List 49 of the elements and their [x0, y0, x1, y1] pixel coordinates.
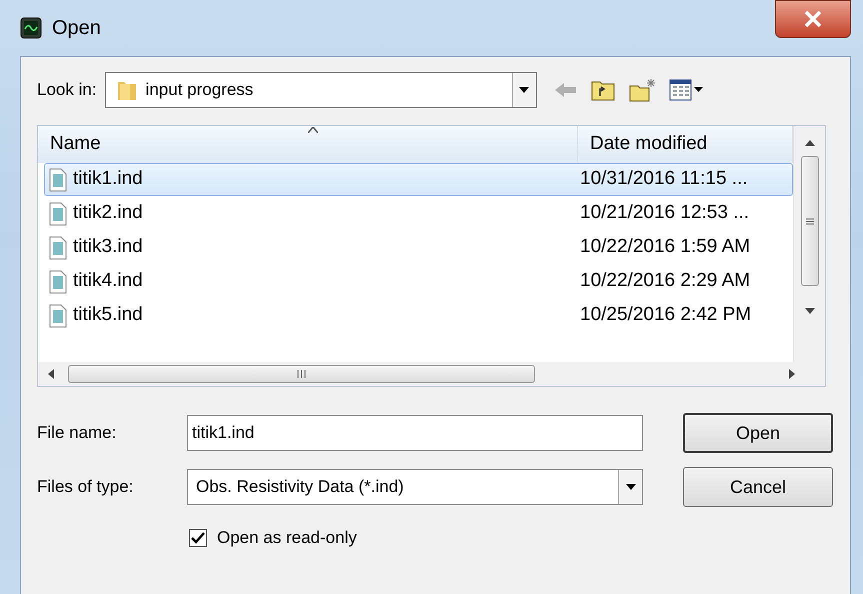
scroll-down-icon[interactable] — [804, 308, 814, 314]
close-button[interactable] — [775, 0, 851, 38]
caret-icon — [519, 87, 530, 93]
app-icon — [20, 17, 42, 39]
checkmark-icon — [191, 532, 205, 544]
file-icon — [49, 236, 67, 260]
caret-icon — [626, 484, 636, 490]
file-row[interactable]: titik4.ind 10/22/2016 2:29 AM — [44, 265, 793, 298]
scroll-right-icon[interactable] — [789, 369, 795, 379]
close-icon — [803, 10, 823, 28]
file-type-label: Files of type: — [37, 476, 134, 498]
cancel-button[interactable]: Cancel — [683, 467, 833, 507]
file-icon — [49, 168, 67, 192]
file-name-label: File name: — [37, 422, 118, 444]
file-name-field[interactable]: titik1.ind — [187, 415, 643, 451]
file-icon — [49, 270, 67, 294]
new-folder-icon[interactable] — [628, 78, 657, 102]
look-in-label: Look in: — [37, 79, 97, 102]
file-type-dropdown[interactable]: Obs. Resistivity Data (*.ind) — [187, 469, 643, 505]
grip-icon — [806, 218, 814, 224]
look-in-dropdown[interactable]: input progress — [104, 72, 537, 108]
date-modified: 10/21/2016 12:53 ... — [579, 201, 750, 226]
file-row[interactable]: titik3.ind 10/22/2016 1:59 AM — [44, 231, 793, 264]
date-modified: 10/22/2016 1:59 AM — [579, 235, 752, 260]
grip-icon — [297, 370, 306, 378]
window-title: Open — [52, 16, 101, 41]
view-menu-icon[interactable] — [668, 79, 705, 101]
file-row[interactable]: titik5.ind 10/25/2016 2:42 PM — [44, 299, 793, 332]
horizontal-scrollbar[interactable] — [38, 362, 825, 386]
look-in-value: input progress — [146, 79, 254, 102]
open-button[interactable]: Open — [683, 413, 833, 453]
file-name: titik4.ind — [73, 269, 143, 294]
date-modified: 10/25/2016 2:42 PM — [579, 303, 752, 328]
file-name: titik2.ind — [73, 201, 143, 226]
scroll-left-icon[interactable] — [48, 369, 54, 379]
up-folder-icon[interactable] — [590, 79, 615, 101]
scroll-up-icon[interactable] — [804, 140, 814, 146]
file-name: titik3.ind — [73, 235, 143, 260]
file-icon — [49, 202, 67, 226]
file-name: titik5.ind — [73, 303, 143, 328]
date-modified: 10/31/2016 11:15 ... — [579, 167, 749, 192]
file-row[interactable]: titik1.ind 10/31/2016 11:15 ... — [44, 163, 793, 196]
date-modified: 10/22/2016 2:29 AM — [579, 269, 752, 294]
file-name: titik1.ind — [73, 167, 143, 192]
vertical-scrollbar[interactable] — [793, 126, 825, 362]
read-only-checkbox[interactable] — [189, 528, 207, 547]
checkbox-label[interactable]: Open as read-only — [217, 525, 357, 550]
file-icon — [49, 304, 67, 328]
file-row[interactable]: titik2.ind 10/21/2016 12:53 ... — [44, 197, 793, 230]
